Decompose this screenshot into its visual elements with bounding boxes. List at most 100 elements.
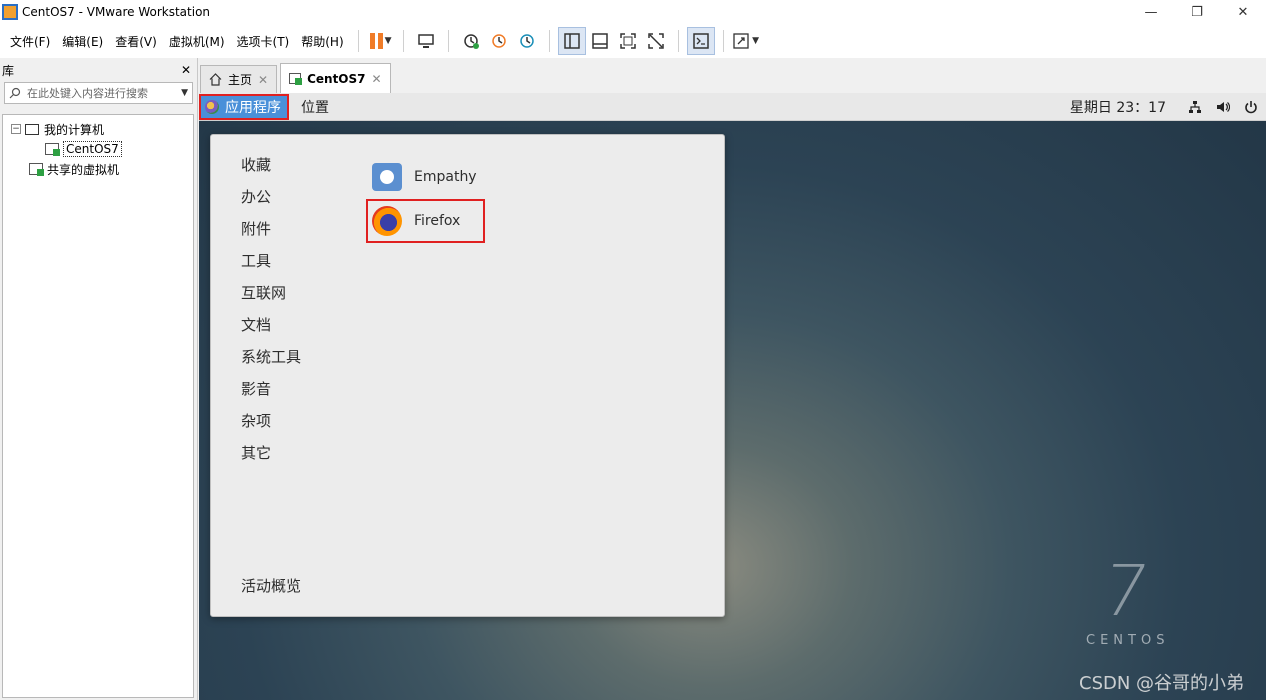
home-icon [209, 73, 222, 86]
category-favorites[interactable]: 收藏 [241, 155, 301, 187]
vm-running-icon [45, 143, 60, 156]
tree-label-my-computer: 我的计算机 [44, 122, 105, 137]
volume-icon[interactable] [1216, 100, 1230, 114]
search-icon [9, 87, 21, 99]
app-empathy[interactable]: Empathy [368, 157, 483, 197]
menu-view[interactable]: 查看(V) [109, 33, 163, 50]
tree-label-shared-vms: 共享的虚拟机 [47, 162, 120, 177]
menu-help[interactable]: 帮助(H) [295, 33, 349, 50]
tab-home-close-icon[interactable]: ✕ [258, 73, 268, 87]
app-firefox-label: Firefox [414, 213, 461, 229]
unity-button[interactable] [642, 27, 670, 55]
applications-label: 应用程序 [225, 99, 281, 116]
tree-label-centos7: CentOS7 [63, 141, 122, 157]
snapshot-icon [463, 34, 479, 49]
guest-desktop[interactable]: 应用程序 位置 星期日 23：17 收藏 办公 附件 工具 互联网 文档 系统工… [199, 93, 1266, 700]
places-menu-button[interactable]: 位置 [301, 97, 329, 117]
tab-bar: 主页 ✕ CentOS7 ✕ [200, 63, 394, 93]
csdn-watermark: CSDN @谷哥的小弟 [1079, 673, 1245, 694]
revert-snapshot-icon [491, 34, 506, 48]
snapshot-button[interactable] [457, 27, 485, 55]
empathy-icon [372, 163, 402, 191]
category-internet[interactable]: 互联网 [241, 283, 301, 315]
toolbar-divider [677, 30, 679, 52]
send-keys-icon [417, 34, 434, 48]
pause-button[interactable]: ▼ [367, 27, 395, 55]
library-search-input[interactable]: 在此处键入内容进行搜索 ▼ [4, 82, 193, 104]
revert-snapshot-button[interactable] [485, 27, 513, 55]
full-screen-button[interactable] [614, 27, 642, 55]
library-tree: − 我的计算机 CentOS7 共享的虚拟机 [2, 114, 194, 698]
activities-overview-button[interactable]: 活动概览 [241, 575, 301, 596]
centos-version-mark: 7 [1095, 550, 1155, 632]
console-icon [692, 33, 709, 49]
library-header: 库 ✕ [0, 58, 197, 82]
title-bar: CentOS7 - VMware Workstation — ❐ ✕ [0, 0, 1266, 24]
menu-vm[interactable]: 虚拟机(M) [163, 33, 231, 50]
tree-item-shared-vms[interactable]: 共享的虚拟机 [3, 159, 193, 179]
category-system-tools[interactable]: 系统工具 [241, 347, 301, 379]
tab-home-label: 主页 [228, 73, 253, 87]
menu-toolbar: 文件(F) 编辑(E) 查看(V) 虚拟机(M) 选项卡(T) 帮助(H) ▼ … [0, 24, 1266, 58]
search-placeholder: 在此处键入内容进行搜索 [27, 87, 148, 100]
computer-icon [25, 123, 39, 135]
category-other[interactable]: 其它 [241, 443, 301, 475]
console-view-button[interactable] [686, 27, 715, 55]
menu-edit[interactable]: 编辑(E) [56, 33, 109, 50]
close-button[interactable]: ✕ [1220, 0, 1266, 24]
category-office[interactable]: 办公 [241, 187, 301, 219]
toolbar-divider [402, 30, 404, 52]
power-icon[interactable] [1244, 100, 1258, 114]
thumbnail-bar-button[interactable] [586, 27, 614, 55]
category-sound-video[interactable]: 影音 [241, 379, 301, 411]
stretch-icon [733, 33, 749, 49]
network-icon[interactable] [1188, 100, 1202, 114]
category-sundry[interactable]: 杂项 [241, 411, 301, 443]
menu-file[interactable]: 文件(F) [4, 33, 56, 50]
category-documents[interactable]: 文档 [241, 315, 301, 347]
library-title: 库 [2, 63, 15, 78]
maximize-button[interactable]: ❐ [1174, 0, 1220, 24]
category-utilities[interactable]: 工具 [241, 251, 301, 283]
gnome-top-bar: 应用程序 位置 星期日 23：17 [199, 93, 1266, 121]
collapse-icon[interactable]: − [11, 124, 21, 134]
applications-menu-popup: 收藏 办公 附件 工具 互联网 文档 系统工具 影音 杂项 其它 Empathy… [210, 134, 725, 617]
snapshot-manager-icon [519, 34, 534, 48]
pause-icon [369, 33, 383, 49]
gnome-foot-icon [205, 99, 219, 114]
thumbnail-bar-icon [591, 33, 608, 49]
unity-icon [647, 33, 664, 49]
tab-centos7-close-icon[interactable]: ✕ [372, 72, 382, 86]
chevron-down-icon: ▼ [752, 36, 760, 46]
toolbar-divider [447, 30, 449, 52]
app-firefox[interactable]: Firefox [366, 199, 485, 243]
app-list: Empathy Firefox [366, 157, 485, 245]
toolbar-divider [548, 30, 550, 52]
show-library-button[interactable] [557, 27, 586, 55]
window-controls: — ❐ ✕ [1128, 0, 1266, 24]
snapshot-manager-button[interactable] [513, 27, 541, 55]
full-screen-icon [619, 33, 636, 49]
firefox-icon [372, 206, 402, 236]
stretch-guest-button[interactable]: ▼ [732, 27, 760, 55]
library-panel: 库 ✕ 在此处键入内容进行搜索 ▼ − 我的计算机 CentOS7 共享的虚拟机 [0, 58, 198, 700]
system-tray [1188, 100, 1258, 114]
tab-home[interactable]: 主页 ✕ [200, 65, 278, 93]
app-empathy-label: Empathy [414, 169, 477, 185]
send-ctrl-alt-del-button[interactable] [412, 27, 440, 55]
tab-centos7[interactable]: CentOS7 ✕ [280, 63, 391, 93]
close-library-icon[interactable]: ✕ [181, 63, 191, 77]
library-panel-icon [563, 33, 580, 49]
shared-vm-icon [29, 163, 44, 176]
minimize-button[interactable]: — [1128, 0, 1174, 24]
tree-item-my-computer[interactable]: − 我的计算机 [3, 119, 193, 139]
vm-running-icon [289, 73, 303, 85]
category-accessories[interactable]: 附件 [241, 219, 301, 251]
toolbar-divider [722, 30, 724, 52]
tree-item-centos7[interactable]: CentOS7 [3, 139, 193, 159]
clock[interactable]: 星期日 23：17 [1070, 97, 1166, 117]
applications-menu-button[interactable]: 应用程序 [199, 93, 289, 120]
menu-tabs[interactable]: 选项卡(T) [231, 33, 296, 50]
chevron-down-icon[interactable]: ▼ [181, 88, 188, 98]
centos-wordmark: CENTOS [1086, 633, 1170, 648]
